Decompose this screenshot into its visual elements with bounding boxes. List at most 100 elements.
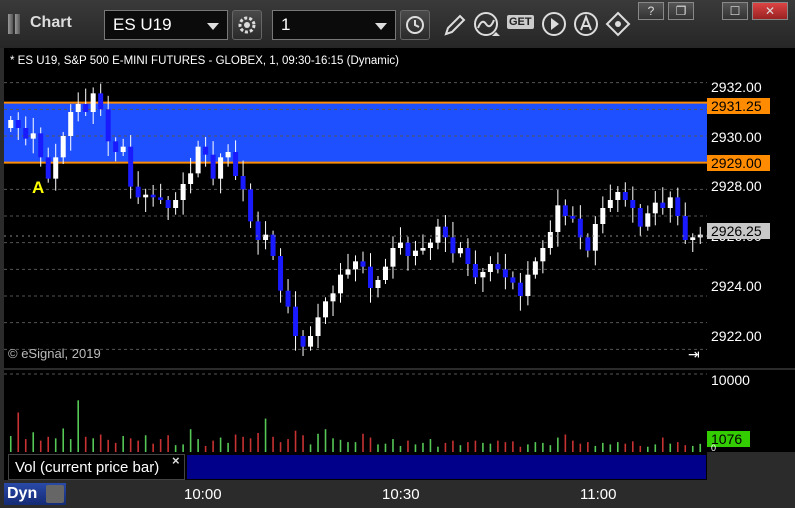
drag-grip-icon[interactable] [8, 14, 26, 34]
play-button[interactable] [540, 10, 568, 40]
candle-body [338, 274, 344, 294]
candle-body [180, 184, 186, 200]
candle-body [555, 205, 561, 232]
candle-body [367, 266, 373, 288]
candle-body [472, 264, 478, 278]
candle-body [308, 336, 314, 347]
dynamic-label: Dyn [7, 485, 38, 502]
candle-body [75, 104, 81, 112]
volume-tick: 10000 [711, 372, 750, 388]
study-label-band [186, 454, 707, 480]
price-chart[interactable]: * ES U19, S&P 500 E-MINI FUTURES - GLOBE… [4, 48, 707, 368]
app-title: Chart [30, 14, 72, 31]
candle-body [412, 250, 418, 256]
candle-body [285, 290, 291, 307]
close-icon[interactable]: × [172, 453, 180, 468]
candle-body [585, 237, 591, 251]
candle-body [353, 261, 358, 270]
time-settings-button[interactable] [400, 10, 430, 40]
chevron-down-icon[interactable] [375, 23, 387, 30]
autoscroll-icon[interactable]: ⇥ [688, 346, 700, 363]
volume-study-label[interactable]: Vol (current price bar) [8, 454, 185, 480]
price-axis[interactable]: 2932.00 2930.00 2928.00 2926.00 2924.00 … [707, 48, 795, 368]
candle-body [248, 189, 254, 222]
candle-body [420, 248, 426, 251]
candle-body [128, 146, 134, 187]
candle-body [255, 221, 261, 240]
candle-body [113, 141, 119, 152]
volume-axis[interactable]: 10000 1076 0 [707, 370, 795, 453]
candle-body [450, 237, 456, 254]
clock-icon [406, 16, 424, 34]
candle-body [345, 269, 351, 275]
candle-body [293, 306, 299, 336]
candle-body [158, 197, 164, 200]
candle-body [15, 120, 21, 128]
candle-body [457, 248, 463, 254]
candle-body [382, 266, 388, 280]
candle-body [173, 200, 179, 208]
interval-field[interactable]: 1 [272, 10, 396, 40]
candle-body [675, 197, 681, 216]
candle-body [240, 176, 246, 190]
last-price-tag: 2926.25 [707, 223, 770, 239]
candle-body [570, 216, 576, 219]
candle-body [203, 146, 209, 155]
price-tick: 2930.00 [711, 129, 762, 145]
candle-body [562, 205, 568, 216]
candle-body [315, 317, 321, 336]
candle-body [68, 112, 74, 136]
lock-icon[interactable] [46, 485, 64, 503]
price-tick: 2932.00 [711, 79, 762, 95]
chevron-down-icon[interactable] [207, 23, 219, 30]
help-button[interactable]: ? [638, 2, 664, 20]
price-tick: 2924.00 [711, 278, 762, 294]
candle-body [660, 202, 666, 208]
time-axis[interactable]: Dyn 10:00 10:30 11:00 [0, 480, 795, 508]
candle-body [233, 152, 239, 176]
volume-pane[interactable] [4, 370, 707, 452]
candle-body [592, 224, 598, 251]
candle-body [165, 200, 171, 208]
candle-body [517, 282, 523, 296]
candle-body [622, 192, 628, 200]
get-icon: GET [507, 15, 534, 29]
candle-body [390, 248, 396, 267]
alert-a-icon [574, 12, 598, 36]
symbol-field[interactable]: ES U19 [104, 10, 228, 40]
price-chart-canvas [4, 82, 707, 356]
candle-body [120, 146, 126, 152]
candle-body [210, 154, 216, 179]
interval-value: 1 [281, 15, 291, 34]
symbol-settings-button[interactable] [232, 10, 262, 40]
maximize-button[interactable]: ☐ [722, 2, 748, 20]
candle-body [375, 280, 381, 288]
candle-body [637, 208, 643, 227]
candle-body [38, 133, 44, 158]
candle-body [532, 261, 538, 275]
symbol-value: ES U19 [113, 15, 172, 34]
candle-body [45, 157, 51, 179]
candle-body [225, 152, 231, 158]
link-button[interactable] [604, 10, 632, 40]
close-button[interactable]: ✕ [752, 2, 788, 20]
candle-body [405, 242, 411, 256]
price-tick: 2922.00 [711, 328, 762, 344]
candle-body [90, 93, 96, 112]
candle-body [480, 272, 486, 278]
alerts-button[interactable] [572, 10, 600, 40]
chart-header: * ES U19, S&P 500 E-MINI FUTURES - GLOBE… [10, 55, 400, 67]
candle-body [150, 194, 156, 198]
get-data-button[interactable]: GET [506, 10, 536, 40]
dynamic-button[interactable]: Dyn [4, 483, 66, 505]
draw-tool-button[interactable] [440, 10, 468, 40]
candle-body [135, 186, 141, 198]
price-tick: 2928.00 [711, 178, 762, 194]
candle-body [630, 200, 636, 208]
studies-button[interactable] [472, 10, 500, 40]
restore-button[interactable]: ❐ [668, 2, 694, 20]
time-tick: 10:00 [184, 486, 222, 503]
toolbar: Chart ES U19 1 GET ? ❐ ☐ ✕ [0, 0, 795, 48]
candle-body [502, 269, 508, 278]
candle-body [105, 109, 111, 142]
